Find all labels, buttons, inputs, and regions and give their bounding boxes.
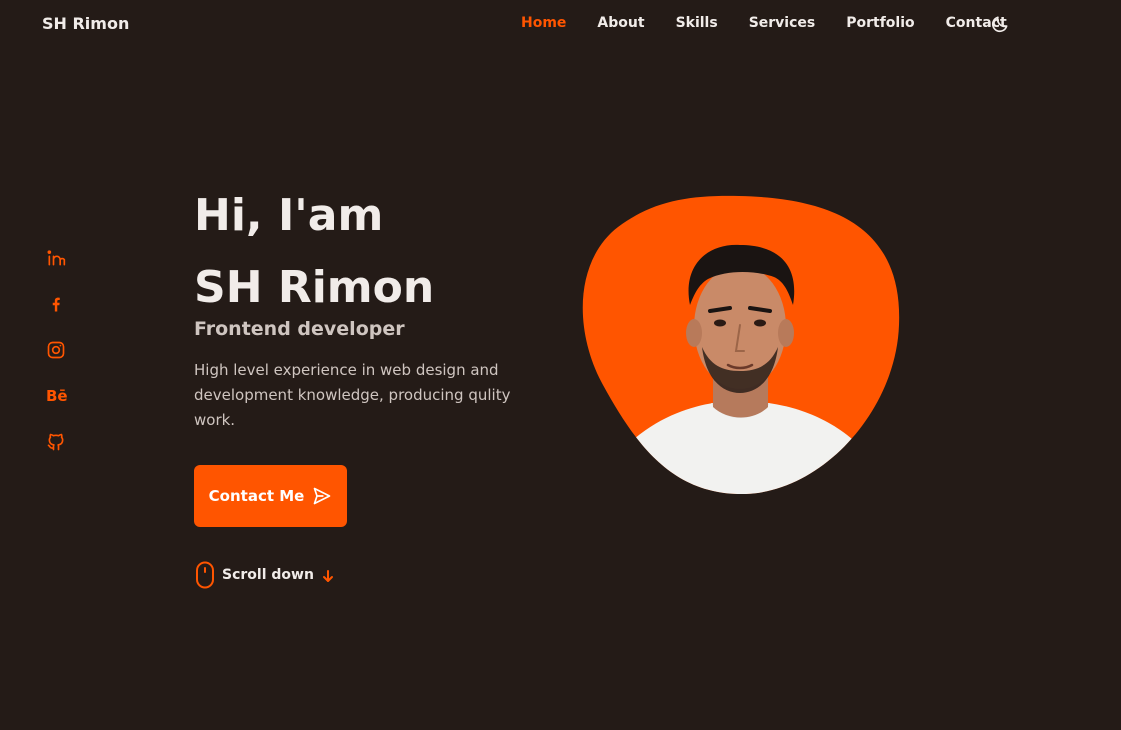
nav-about[interactable]: About <box>597 15 644 31</box>
behance-icon-text: Bē <box>46 387 68 405</box>
moon-icon[interactable] <box>990 14 1010 34</box>
social-links: Bē <box>46 248 68 478</box>
arrow-down-icon <box>322 568 334 582</box>
header: SH Rimon Home About Skills Services Port… <box>0 0 1121 48</box>
linkedin-icon[interactable] <box>46 248 68 270</box>
main-nav: Home About Skills Services Portfolio Con… <box>521 15 1038 31</box>
scroll-down-label: Scroll down <box>222 567 314 583</box>
hero-title: Hi, I'am SH Rimon <box>194 180 434 324</box>
contact-me-button[interactable]: Contact Me <box>194 465 347 527</box>
mouse-icon <box>195 561 215 589</box>
brand-logo[interactable]: SH Rimon <box>42 14 129 33</box>
instagram-icon[interactable] <box>46 340 68 362</box>
behance-icon[interactable]: Bē <box>46 386 68 408</box>
hero-description: High level experience in web design and … <box>194 361 511 429</box>
page: SH Rimon Home About Skills Services Port… <box>0 0 1121 730</box>
hero-greeting: Hi, I'am <box>194 190 384 241</box>
hero-name: SH Rimon <box>194 262 435 313</box>
facebook-icon[interactable] <box>46 294 68 316</box>
nav-skills[interactable]: Skills <box>676 15 718 31</box>
nav-portfolio[interactable]: Portfolio <box>846 15 914 31</box>
nav-home[interactable]: Home <box>521 15 566 31</box>
send-icon <box>312 486 332 506</box>
scroll-down-link[interactable]: Scroll down <box>195 561 334 589</box>
hero-subtitle: Frontend developer <box>194 318 405 340</box>
nav-services[interactable]: Services <box>749 15 816 31</box>
github-icon[interactable] <box>46 432 68 454</box>
profile-photo <box>578 195 900 497</box>
contact-me-label: Contact Me <box>208 487 305 505</box>
